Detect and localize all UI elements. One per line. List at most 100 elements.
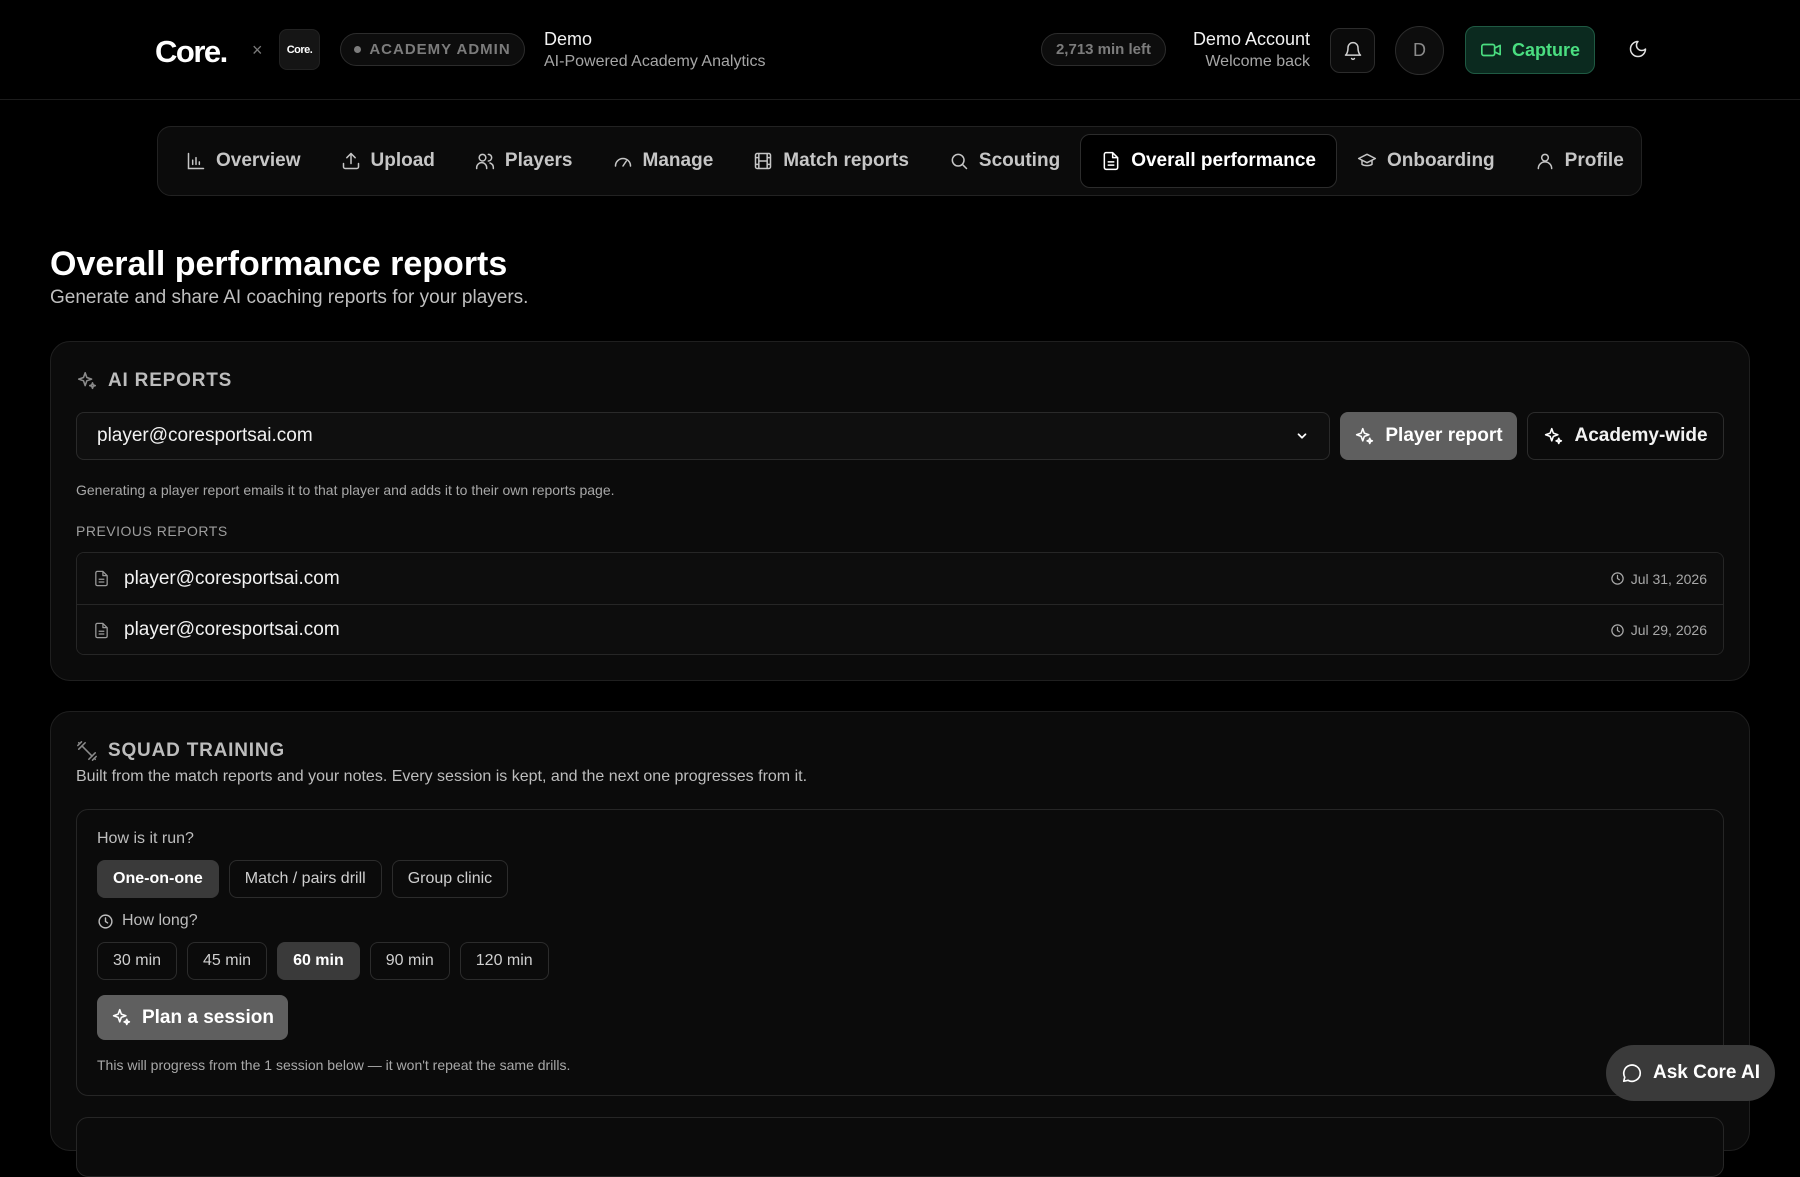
bar-chart-icon: [186, 151, 206, 171]
report-date-text: Jul 31, 2026: [1630, 570, 1707, 587]
report-player-email: player@coresportsai.com: [124, 567, 340, 589]
previous-reports-list: player@coresportsai.com Jul 31, 2026 pla…: [76, 552, 1724, 655]
moon-icon: [1628, 39, 1648, 59]
player-select-value: player@coresportsai.com: [97, 425, 313, 446]
tab-overall-performance[interactable]: Overall performance: [1080, 134, 1337, 188]
format-options: One-on-one Match / pairs drill Group cli…: [97, 860, 509, 898]
previous-report-row[interactable]: player@coresportsai.com Jul 31, 2026: [77, 553, 1723, 604]
plan-session-button[interactable]: Plan a session: [97, 995, 288, 1040]
squad-training-description: Built from the match reports and your no…: [76, 768, 808, 785]
ai-reports-heading: AI REPORTS: [76, 370, 232, 392]
ai-reports-card: AI REPORTS player@coresportsai.com Playe…: [50, 341, 1750, 681]
notifications-button[interactable]: [1330, 28, 1375, 73]
ask-core-ai-label: Ask Core AI: [1653, 1062, 1760, 1083]
sparkles-icon: [1354, 426, 1375, 447]
page-title: Overall performance reports: [50, 245, 508, 283]
clock-icon: [97, 913, 114, 930]
capture-button[interactable]: Capture: [1465, 26, 1595, 74]
player-report-label: Player report: [1385, 425, 1503, 446]
tab-label: Match reports: [783, 150, 909, 171]
logo-separator: ×: [252, 40, 263, 60]
duration-option-60[interactable]: 60 min: [277, 942, 360, 980]
tab-label: Onboarding: [1387, 150, 1495, 171]
search-icon: [949, 151, 969, 171]
tab-scouting[interactable]: Scouting: [929, 134, 1080, 188]
upload-icon: [341, 151, 361, 171]
player-report-button[interactable]: Player report: [1340, 412, 1517, 460]
account-subtitle: Welcome back: [1205, 53, 1310, 70]
users-icon: [475, 151, 495, 171]
avatar[interactable]: D: [1395, 26, 1444, 75]
tab-label: Upload: [370, 150, 435, 171]
academy-wide-label: Academy-wide: [1574, 425, 1708, 446]
gauge-icon: [613, 151, 633, 171]
tab-players[interactable]: Players: [455, 134, 593, 188]
sparkles-icon: [111, 1007, 132, 1028]
duration-question: How long?: [97, 912, 198, 930]
tab-manage[interactable]: Manage: [593, 134, 734, 188]
document-icon: [93, 622, 110, 639]
format-option-match-pairs-drill[interactable]: Match / pairs drill: [228, 860, 382, 898]
tab-label: Overall performance: [1131, 150, 1316, 171]
duration-option-30[interactable]: 30 min: [97, 942, 178, 980]
format-question-text: How is it run?: [97, 830, 194, 847]
main-nav: Overview Upload Players Manage Match rep…: [157, 126, 1642, 196]
capture-label: Capture: [1511, 39, 1580, 60]
tab-label: Scouting: [978, 150, 1061, 171]
user-icon: [1535, 151, 1555, 171]
clock-icon: [1610, 571, 1625, 586]
video-camera-icon: [1480, 39, 1502, 61]
progression-note: This will progress from the 1 session be…: [97, 1057, 571, 1073]
chevron-down-icon: [1295, 429, 1309, 443]
graduation-cap-icon: [1357, 151, 1377, 171]
tab-label: Overview: [216, 150, 301, 171]
film-icon: [753, 151, 773, 171]
role-badge-label: ACADEMY ADMIN: [369, 41, 511, 58]
report-date-text: Jul 29, 2026: [1630, 622, 1707, 638]
partner-logo: Core.: [279, 29, 320, 70]
duration-option-120[interactable]: 120 min: [459, 942, 549, 980]
ai-reports-title: AI REPORTS: [108, 370, 233, 391]
tab-overview[interactable]: Overview: [166, 134, 321, 188]
tab-onboarding[interactable]: Onboarding: [1337, 134, 1515, 188]
document-icon: [1101, 151, 1121, 171]
format-option-group-clinic[interactable]: Group clinic: [391, 860, 509, 898]
tab-upload[interactable]: Upload: [321, 134, 455, 188]
ask-core-ai-button[interactable]: Ask Core AI: [1606, 1045, 1775, 1101]
bell-icon: [1343, 41, 1363, 61]
player-report-hint: Generating a player report emails it to …: [76, 482, 615, 498]
duration-options: 30 min 45 min 60 min 90 min 120 min: [97, 942, 549, 980]
chat-bubble-icon: [1621, 1062, 1643, 1084]
report-player-email: player@coresportsai.com: [124, 619, 340, 640]
squad-training-card: SQUAD TRAINING Built from the match repo…: [50, 711, 1750, 1177]
previous-report-row[interactable]: player@coresportsai.com Jul 29, 2026: [77, 604, 1723, 654]
sparkles-icon: [1543, 426, 1564, 447]
tab-label: Players: [504, 150, 573, 171]
account-name: Demo Account: [1192, 29, 1310, 49]
player-select[interactable]: player@coresportsai.com: [76, 412, 1330, 460]
previous-reports-label: PREVIOUS REPORTS: [76, 523, 228, 539]
tab-profile[interactable]: Profile: [1515, 134, 1644, 188]
report-date: Jul 29, 2026: [1610, 622, 1707, 638]
status-dot-icon: [354, 46, 362, 53]
duration-option-90[interactable]: 90 min: [369, 942, 450, 980]
dumbbell-icon: [76, 740, 98, 762]
academy-wide-button[interactable]: Academy-wide: [1527, 412, 1724, 460]
tab-label: Profile: [1564, 150, 1624, 171]
core-logo[interactable]: Core.: [155, 34, 228, 70]
duration-question-text: How long?: [122, 912, 198, 929]
minutes-remaining-badge: 2,713 min left: [1041, 33, 1166, 66]
squad-training-heading: SQUAD TRAINING: [76, 740, 285, 762]
squad-training-title: SQUAD TRAINING: [108, 740, 285, 761]
org-subtitle: AI-Powered Academy Analytics: [544, 53, 766, 70]
duration-option-45[interactable]: 45 min: [187, 942, 268, 980]
report-date: Jul 31, 2026: [1610, 571, 1707, 587]
org-name: Demo: [544, 29, 593, 49]
role-badge: ACADEMY ADMIN: [340, 33, 525, 66]
document-icon: [93, 570, 110, 587]
theme-toggle-button[interactable]: [1625, 36, 1651, 62]
format-option-one-on-one[interactable]: One-on-one: [97, 860, 219, 898]
sparkles-icon: [76, 370, 98, 392]
page-subtitle: Generate and share AI coaching reports f…: [50, 287, 529, 308]
tab-match-reports[interactable]: Match reports: [733, 134, 929, 188]
